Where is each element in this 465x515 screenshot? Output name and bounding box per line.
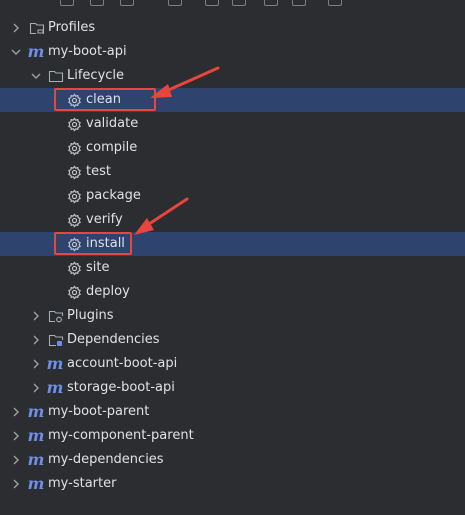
toolbar-button[interactable] — [90, 0, 104, 6]
goal-label: verify — [86, 212, 123, 227]
chevron-down-icon[interactable] — [30, 64, 42, 88]
chevron-right-icon[interactable] — [30, 352, 42, 376]
folder-icon — [48, 68, 64, 84]
tree-item-storage-boot-api[interactable]: m storage-boot-api — [0, 376, 465, 400]
chevron-right-icon[interactable] — [10, 16, 22, 40]
goal-label: test — [86, 164, 111, 179]
folder-icon — [29, 20, 45, 36]
tree-item-label: Plugins — [67, 308, 114, 323]
tree-item-label: Lifecycle — [67, 68, 125, 83]
maven-module-icon: m — [46, 354, 64, 373]
tree-item-label: storage-boot-api — [67, 380, 175, 395]
goal-test[interactable]: test — [0, 160, 465, 184]
goal-compile[interactable]: compile — [0, 136, 465, 160]
goal-label: clean — [86, 92, 121, 107]
maven-module-icon: m — [27, 42, 45, 61]
tree-item-my-boot-api[interactable]: m my-boot-api — [0, 40, 465, 64]
maven-module-icon: m — [27, 402, 45, 421]
toolbar-button[interactable] — [60, 0, 74, 6]
tree-item-my-dependencies[interactable]: m my-dependencies — [0, 448, 465, 472]
dependencies-folder-icon — [48, 332, 64, 348]
gear-icon — [66, 212, 82, 228]
tree-item-my-boot-parent[interactable]: m my-boot-parent — [0, 400, 465, 424]
toolbar-button[interactable] — [292, 0, 306, 6]
goal-site[interactable]: site — [0, 256, 465, 280]
tree-item-my-starter[interactable]: m my-starter — [0, 472, 465, 496]
goal-label: package — [86, 188, 141, 203]
maven-module-icon: m — [27, 426, 45, 445]
tree-item-lifecycle[interactable]: Lifecycle — [0, 64, 465, 88]
goal-label: validate — [86, 116, 139, 131]
goal-label: site — [86, 260, 110, 275]
tree-item-my-component-parent[interactable]: m my-component-parent — [0, 424, 465, 448]
gear-icon — [66, 116, 82, 132]
chevron-right-icon[interactable] — [30, 328, 42, 352]
chevron-right-icon[interactable] — [30, 304, 42, 328]
plugins-folder-icon — [48, 308, 64, 324]
goal-package[interactable]: package — [0, 184, 465, 208]
chevron-down-icon[interactable] — [10, 40, 22, 64]
tree-item-label: my-starter — [48, 476, 117, 491]
tree-item-label: Dependencies — [67, 332, 160, 347]
toolbar-button[interactable] — [232, 0, 246, 6]
goal-label: deploy — [86, 284, 130, 299]
tree-item-label: my-boot-api — [48, 44, 127, 59]
tree-item-label: my-dependencies — [48, 452, 164, 467]
maven-module-icon: m — [27, 474, 45, 493]
goal-verify[interactable]: verify — [0, 208, 465, 232]
gear-icon — [66, 140, 82, 156]
tree-item-label: account-boot-api — [67, 356, 178, 371]
tree-item-profiles[interactable]: Profiles — [0, 16, 465, 40]
gear-icon — [66, 260, 82, 276]
gear-icon — [66, 236, 82, 252]
tree-item-label: my-component-parent — [48, 428, 194, 443]
chevron-right-icon[interactable] — [10, 400, 22, 424]
toolbar-button[interactable] — [205, 0, 219, 6]
goal-label: compile — [86, 140, 138, 155]
chevron-right-icon[interactable] — [10, 448, 22, 472]
goal-validate[interactable]: validate — [0, 112, 465, 136]
maven-tool-window-tree: Profiles m my-boot-api Lifecycle clean v… — [0, 16, 465, 496]
maven-module-icon: m — [46, 378, 64, 397]
tree-item-dependencies[interactable]: Dependencies — [0, 328, 465, 352]
toolbar-button[interactable] — [264, 0, 278, 6]
gear-icon — [66, 284, 82, 300]
chevron-right-icon[interactable] — [10, 472, 22, 496]
gear-icon — [66, 164, 82, 180]
maven-module-icon: m — [27, 450, 45, 469]
toolbar-button[interactable] — [168, 0, 182, 6]
toolbar-button[interactable] — [328, 0, 342, 6]
tree-item-label: my-boot-parent — [48, 404, 150, 419]
toolbar-strip — [0, 0, 465, 6]
chevron-right-icon[interactable] — [10, 424, 22, 448]
goal-label: install — [86, 236, 125, 251]
gear-icon — [66, 188, 82, 204]
toolbar-button[interactable] — [120, 0, 134, 6]
goal-clean[interactable]: clean — [0, 88, 465, 112]
chevron-right-icon[interactable] — [30, 376, 42, 400]
goal-install[interactable]: install — [0, 232, 465, 256]
goal-deploy[interactable]: deploy — [0, 280, 465, 304]
tree-item-account-boot-api[interactable]: m account-boot-api — [0, 352, 465, 376]
tree-item-label: Profiles — [48, 20, 96, 35]
tree-item-plugins[interactable]: Plugins — [0, 304, 465, 328]
gear-icon — [66, 92, 82, 108]
